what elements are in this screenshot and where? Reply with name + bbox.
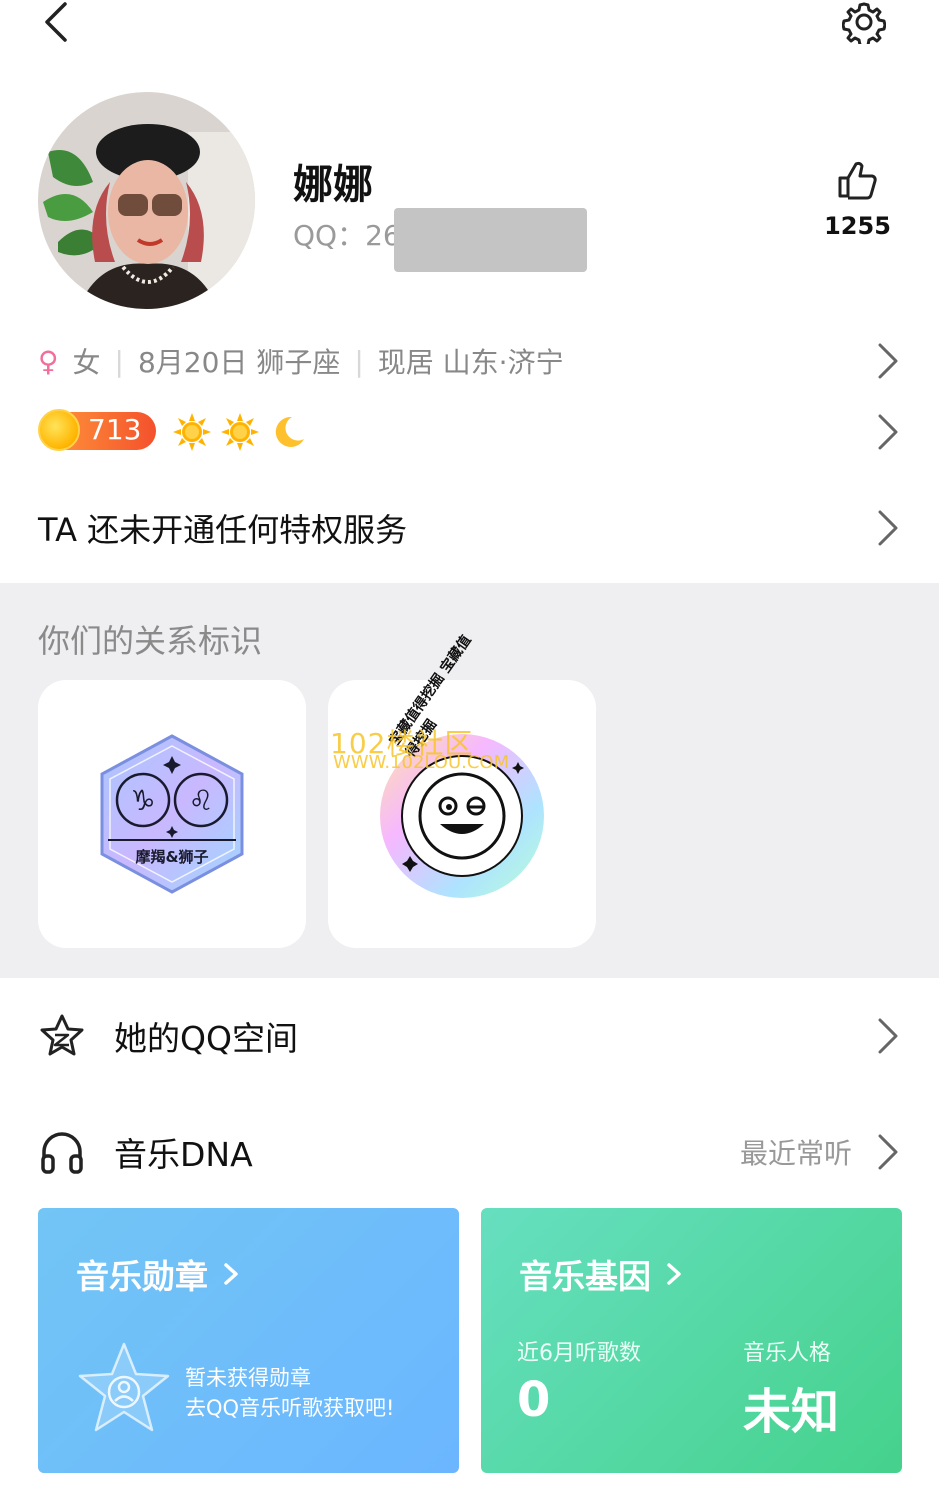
chevron-right-icon (878, 343, 898, 379)
relation-card-treasure[interactable]: 宝藏值得挖掘 宝藏值得挖掘 (328, 633, 596, 948)
svg-text:♌: ♌ (188, 784, 213, 817)
back-button[interactable] (36, 0, 76, 44)
qzone-label: 她的QQ空间 (114, 1019, 298, 1058)
level-value: 713 (88, 413, 142, 446)
chevron-right-icon (878, 1018, 898, 1054)
avatar-photo (38, 92, 255, 309)
location: 现居 山东·济宁 (377, 346, 564, 379)
chevron-left-icon (45, 2, 67, 42)
music-recent-hint: 最近常听 (739, 1137, 852, 1170)
chevron-right-icon (878, 414, 898, 450)
music-medal-card[interactable]: 音乐勋章 (38, 1208, 459, 1473)
gender-text: 女 (72, 346, 101, 379)
qq-number: QQ：26 (293, 219, 401, 252)
qzone-star-icon (40, 1014, 84, 1056)
coin-icon (38, 409, 80, 451)
relation-title: 你们的关系标识 (38, 622, 263, 660)
chevron-right-icon (878, 1134, 898, 1170)
music-gene-title: 音乐基因 (519, 1250, 687, 1298)
headphones-icon (41, 1132, 83, 1174)
zodiac-badge-icon: ♑ ♌ (100, 734, 244, 894)
music-medal-title-text: 音乐勋章 (76, 1257, 208, 1296)
relation-card-zodiac[interactable]: ♑ ♌ 摩羯&狮子 (38, 680, 306, 948)
nickname: 娜娜 (293, 162, 373, 208)
moon-icon (275, 416, 304, 447)
sun-icon (221, 413, 259, 451)
qzone-row[interactable]: 她的QQ空间 (38, 1004, 902, 1068)
watermark-url: WWW.102LOU.COM (333, 752, 510, 773)
profile-info-row[interactable]: ♀ 女 | 8月20日 狮子座 | 现居 山东·济宁 (38, 330, 902, 392)
chevron-right-icon (667, 1263, 681, 1285)
music-gene-title-text: 音乐基因 (519, 1257, 651, 1296)
birthday-sign: 8月20日 狮子座 (137, 346, 341, 379)
medal-empty-text: 暂未获得勋章 (185, 1366, 311, 1390)
gender-icon: ♀ (38, 344, 59, 378)
gear-icon (842, 2, 886, 44)
treasure-badge-icon (380, 734, 544, 898)
like-count: 1255 (824, 212, 891, 240)
divider: | (114, 344, 124, 378)
music-dna-label: 音乐DNA (114, 1135, 253, 1174)
song-count-label: 近6月听歌数 (517, 1341, 641, 1366)
sun-icon (173, 413, 211, 451)
chevron-right-icon (878, 510, 898, 546)
level-row[interactable]: 713 (38, 404, 902, 460)
music-dna-row[interactable]: 音乐DNA 最近常听 (38, 1120, 902, 1184)
music-personality-label: 音乐人格 (743, 1341, 832, 1366)
song-count-value: 0 (517, 1372, 551, 1428)
divider: | (354, 344, 364, 378)
medal-hint-text: 去QQ音乐听歌获取吧! (185, 1396, 395, 1420)
svg-text:♑: ♑ (130, 784, 155, 817)
medal-star-icon (78, 1342, 170, 1432)
like-button[interactable]: 1255 (810, 158, 905, 248)
settings-button[interactable] (836, 0, 892, 44)
music-personality-value: 未知 (743, 1384, 840, 1440)
zodiac-badge-label: 摩羯&狮子 (135, 848, 209, 866)
qq-number-redaction (394, 208, 587, 272)
thumbs-up-icon (838, 161, 877, 200)
music-medal-title: 音乐勋章 (76, 1250, 244, 1298)
privilege-text: TA 还未开通任何特权服务 (38, 511, 408, 549)
avatar[interactable] (38, 92, 255, 309)
privilege-row[interactable]: TA 还未开通任何特权服务 (38, 496, 902, 560)
chevron-right-icon (224, 1263, 238, 1285)
